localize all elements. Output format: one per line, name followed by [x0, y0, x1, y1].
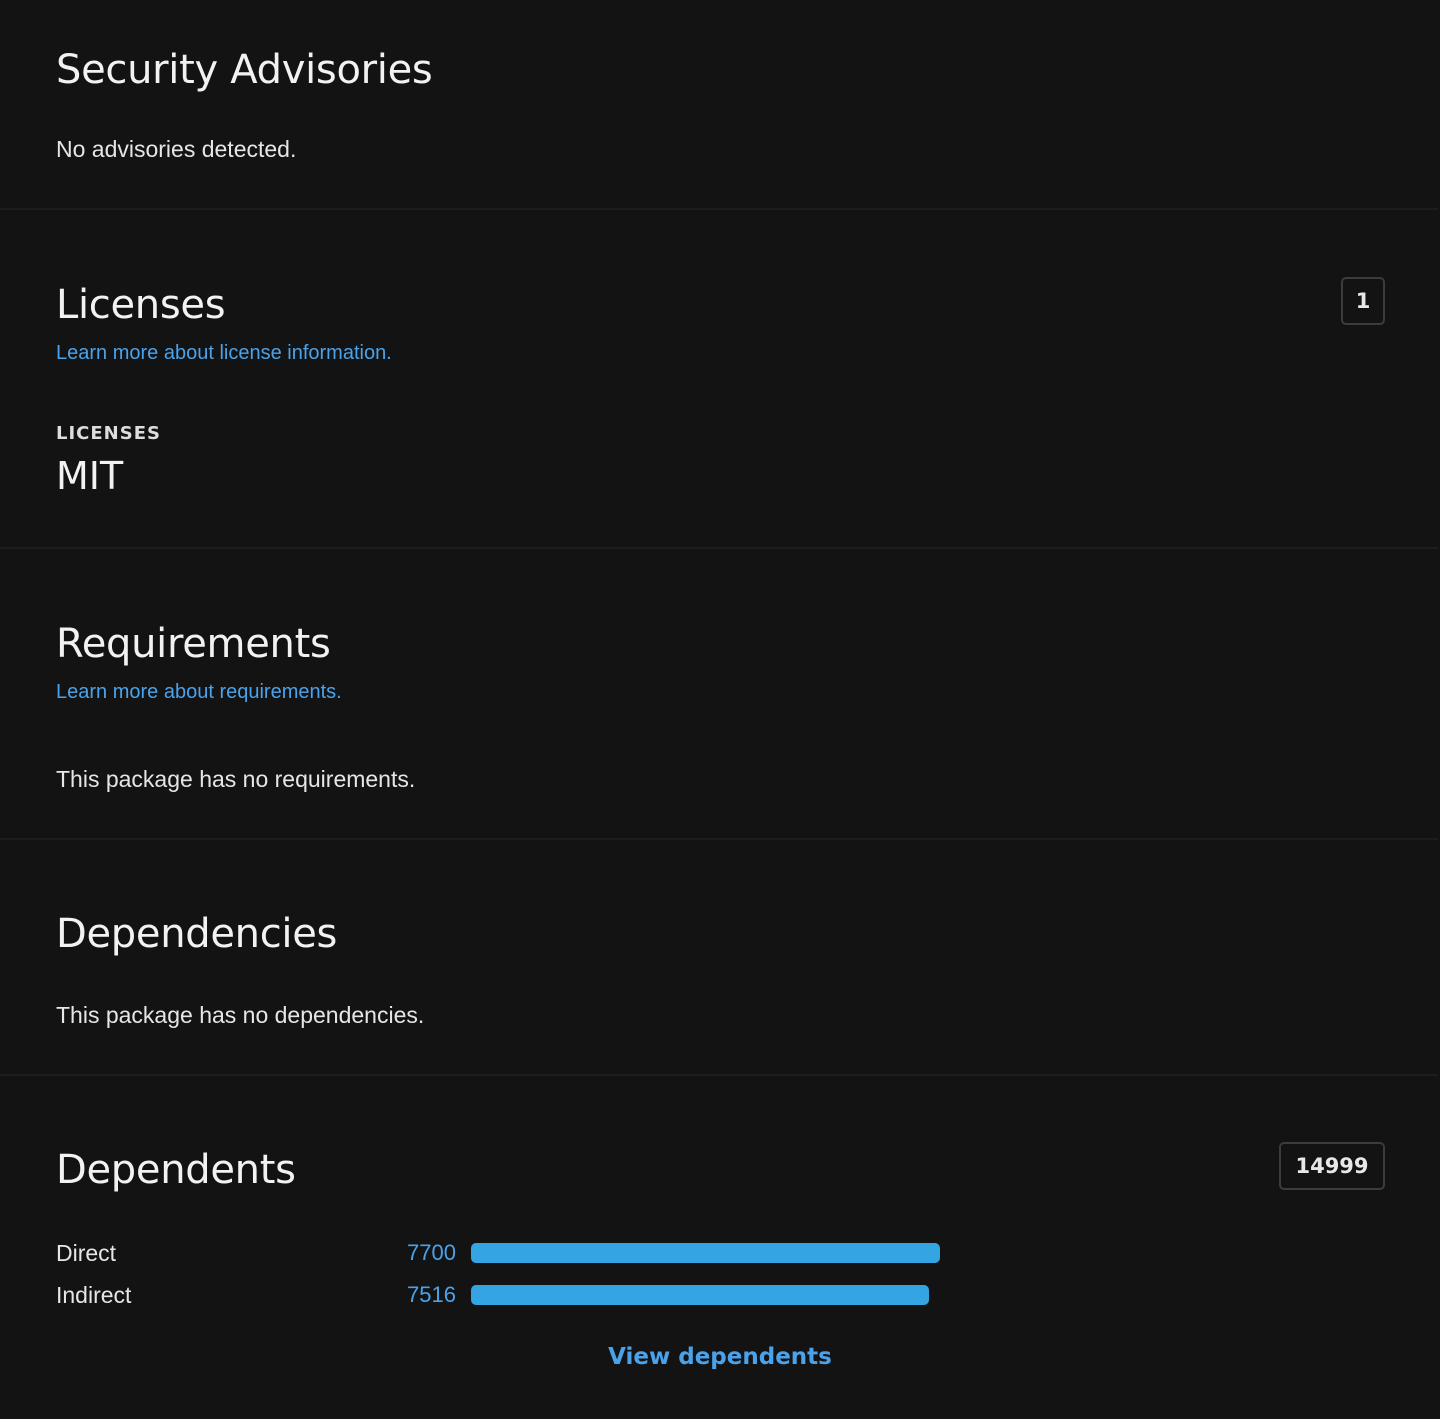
licenses-count-badge: 1 — [1341, 277, 1385, 325]
dependencies-section: Dependencies This package has no depende… — [0, 840, 1438, 1076]
licenses-label: LICENSES — [56, 423, 161, 444]
security-advisories-heading: Security Advisories — [56, 47, 433, 93]
direct-dependents-count[interactable]: 7700 — [407, 1242, 456, 1264]
requirements-info-link[interactable]: Learn more about requirements. — [56, 682, 342, 702]
indirect-dependents-label: Indirect — [56, 1282, 132, 1308]
dependencies-heading: Dependencies — [56, 911, 338, 957]
dependents-count-badge: 14999 — [1279, 1142, 1385, 1190]
indirect-dependents-bar — [471, 1285, 929, 1305]
license-info-link[interactable]: Learn more about license information. — [56, 343, 392, 363]
dependencies-message: This package has no dependencies. — [56, 1002, 425, 1028]
security-advisories-section: Security Advisories No advisories detect… — [0, 0, 1438, 210]
view-dependents-link[interactable]: View dependents — [0, 1346, 1440, 1369]
license-value: MIT — [56, 454, 124, 498]
direct-dependents-bar — [471, 1243, 940, 1263]
requirements-section: Requirements Learn more about requiremen… — [0, 549, 1438, 840]
licenses-heading: Licenses — [56, 282, 226, 328]
licenses-section: Licenses Learn more about license inform… — [0, 210, 1438, 549]
requirements-heading: Requirements — [56, 621, 331, 667]
advisories-message: No advisories detected. — [56, 136, 297, 162]
indirect-dependents-count[interactable]: 7516 — [407, 1284, 456, 1306]
dependents-heading: Dependents — [56, 1147, 296, 1193]
requirements-message: This package has no requirements. — [56, 766, 416, 792]
direct-dependents-label: Direct — [56, 1240, 117, 1266]
